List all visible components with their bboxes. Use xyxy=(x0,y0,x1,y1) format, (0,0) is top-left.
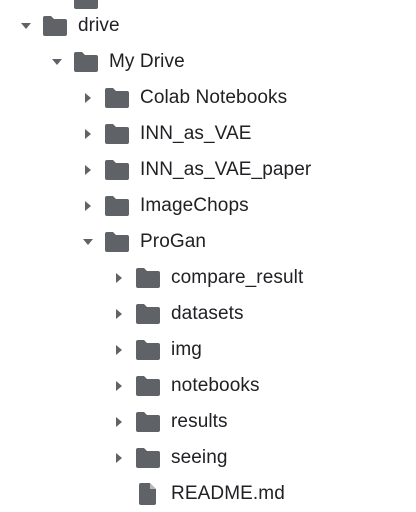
tree-item-readme-md[interactable]: README.md xyxy=(0,476,416,512)
tree-item-label: INN_as_VAE xyxy=(140,123,252,144)
caret-right-icon[interactable] xyxy=(76,86,100,110)
tree-item-drive[interactable]: drive xyxy=(0,8,416,44)
file-icon xyxy=(135,482,161,506)
tree-item-label: My Drive xyxy=(109,51,185,72)
caret-right-icon[interactable] xyxy=(107,338,131,362)
tree-item-partial[interactable] xyxy=(0,0,416,9)
tree-item-inn-as-vae-paper[interactable]: INN_as_VAE_paper xyxy=(0,152,416,188)
tree-item-my-drive[interactable]: My Drive xyxy=(0,44,416,80)
tree-item-label: seeing xyxy=(171,447,228,468)
tree-item-compare-result[interactable]: compare_result xyxy=(0,260,416,296)
folder-icon xyxy=(104,86,130,110)
caret-right-icon[interactable] xyxy=(107,446,131,470)
caret-right-icon[interactable] xyxy=(107,266,131,290)
tree-item-label: img xyxy=(171,339,202,360)
caret-right-icon[interactable] xyxy=(107,374,131,398)
folder-icon xyxy=(135,410,161,434)
folder-icon xyxy=(135,338,161,362)
caret-right-icon[interactable] xyxy=(107,410,131,434)
tree-item-label: ImageChops xyxy=(140,195,249,216)
file-tree: drive My Drive Colab Notebooks INN_as_VA… xyxy=(0,0,416,512)
folder-icon xyxy=(135,302,161,326)
tree-item-results[interactable]: results xyxy=(0,404,416,440)
caret-right-icon[interactable] xyxy=(107,302,131,326)
folder-icon xyxy=(104,158,130,182)
caret-down-icon[interactable] xyxy=(45,50,69,74)
caret-right-icon[interactable] xyxy=(76,194,100,218)
tree-item-label: INN_as_VAE_paper xyxy=(140,159,312,180)
tree-item-label: datasets xyxy=(171,303,244,324)
tree-item-notebooks[interactable]: notebooks xyxy=(0,368,416,404)
caret-down-icon[interactable] xyxy=(76,230,100,254)
tree-item-progan[interactable]: ProGan xyxy=(0,224,416,260)
folder-icon xyxy=(104,122,130,146)
tree-item-label: compare_result xyxy=(171,267,304,288)
folder-icon xyxy=(42,14,68,38)
caret-down-icon[interactable] xyxy=(14,14,38,38)
folder-icon xyxy=(104,230,130,254)
tree-item-img[interactable]: img xyxy=(0,332,416,368)
folder-icon xyxy=(73,50,99,74)
tree-item-label: drive xyxy=(78,15,120,36)
caret-right-icon[interactable] xyxy=(76,158,100,182)
tree-item-label: Colab Notebooks xyxy=(140,87,288,108)
tree-item-inn-as-vae[interactable]: INN_as_VAE xyxy=(0,116,416,152)
tree-item-label: results xyxy=(171,411,228,432)
tree-item-colab-notebooks[interactable]: Colab Notebooks xyxy=(0,80,416,116)
tree-item-datasets[interactable]: datasets xyxy=(0,296,416,332)
folder-icon xyxy=(104,194,130,218)
caret-right-icon[interactable] xyxy=(76,122,100,146)
folder-icon xyxy=(135,374,161,398)
tree-item-seeing[interactable]: seeing xyxy=(0,440,416,476)
tree-item-imagechops[interactable]: ImageChops xyxy=(0,188,416,224)
folder-icon xyxy=(135,446,161,470)
tree-item-label: README.md xyxy=(171,483,285,504)
tree-item-label: ProGan xyxy=(140,231,207,252)
tree-item-label: notebooks xyxy=(171,375,260,396)
folder-icon xyxy=(135,266,161,290)
